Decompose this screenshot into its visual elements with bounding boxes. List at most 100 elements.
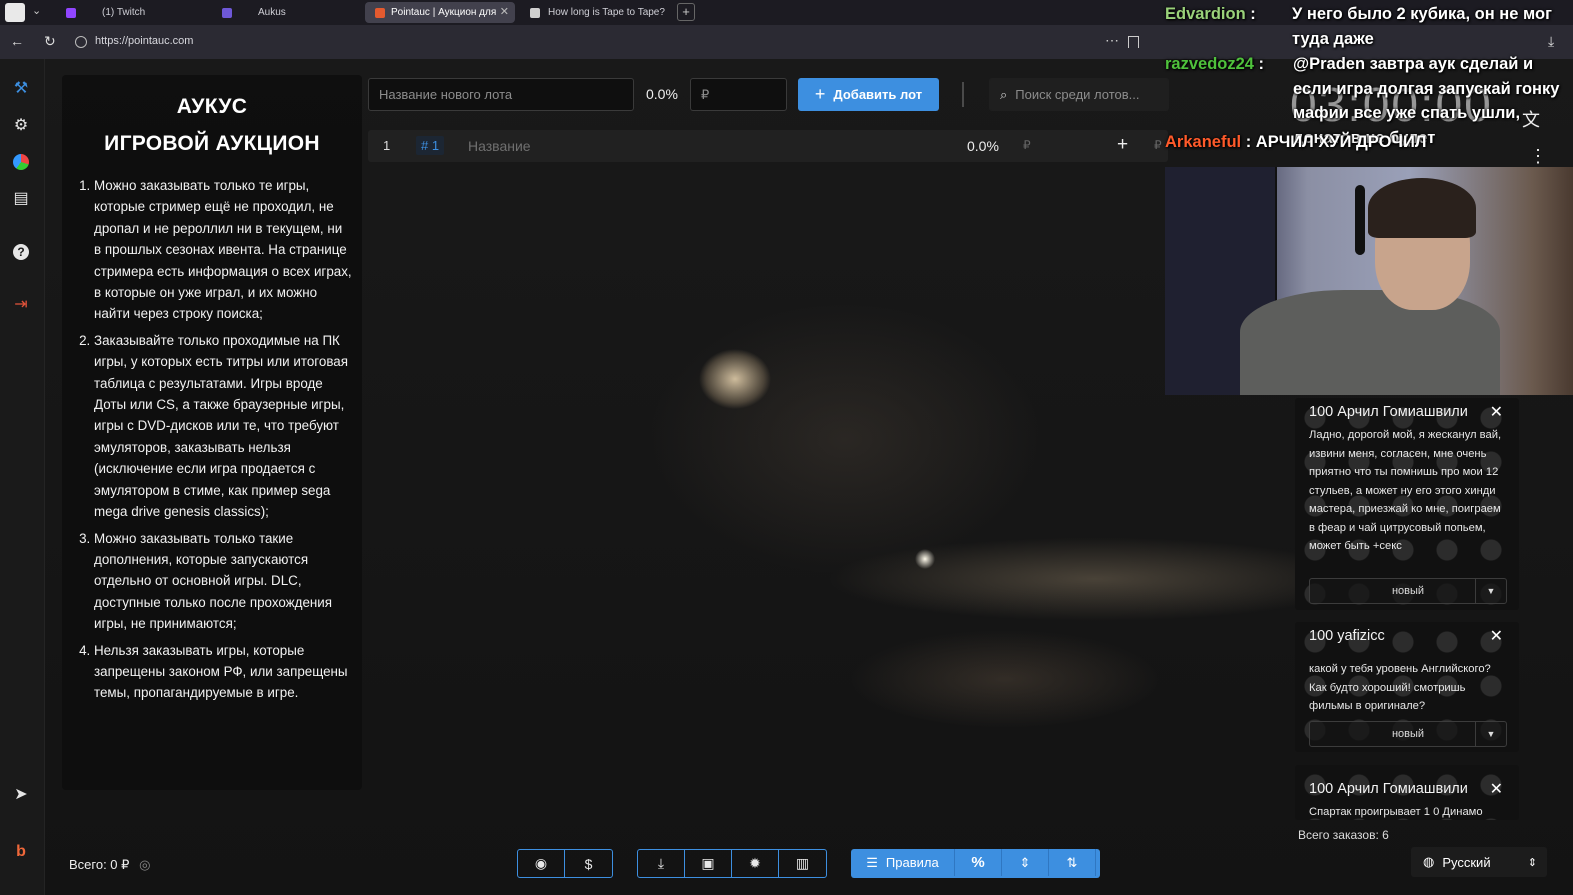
rules-list: Можно заказывать только те игры, которые… — [62, 175, 352, 709]
kebab-menu-icon[interactable]: ⋮ — [1529, 146, 1547, 167]
lot-currency: ₽ — [1023, 138, 1031, 152]
chat-message: АРЧИЛ ХУЙ ДРОЧИЛ — [1255, 133, 1427, 151]
lot-search-input[interactable]: ⌕ Поиск среди лотов... — [989, 78, 1169, 111]
donate-dollar-icon[interactable]: $ — [565, 850, 612, 877]
globe-icon: ◍ — [1423, 854, 1435, 869]
close-icon[interactable]: ✕ — [1490, 779, 1503, 799]
order-author: Арчил Гомиашвили — [1337, 404, 1468, 420]
percent-toggle-icon[interactable]: % — [955, 849, 1002, 876]
save-icon[interactable]: ▣ — [685, 850, 732, 877]
lot-row[interactable]: 1 # 1 Название 0.0% ₽ + ₽ — [368, 130, 1168, 162]
chevron-down-icon[interactable]: ▼ — [1475, 722, 1506, 746]
new-lot-name-input[interactable]: Название нового лота — [368, 78, 634, 111]
order-message: Спартак проигрывает 1 0 Динамо — [1309, 806, 1483, 818]
lot-name-input[interactable]: Название — [468, 138, 531, 154]
rule-item: Можно заказывать только те игры, которые… — [94, 175, 352, 325]
chat-user: Arkaneful — [1165, 133, 1242, 151]
rules-title-line1: АУКУС — [176, 95, 248, 118]
chat-user: Edvardion — [1165, 5, 1246, 23]
streamer-body — [1240, 290, 1500, 395]
settings-gear-icon[interactable]: ⚙ — [10, 114, 32, 136]
order-author: Арчил Гомиашвили — [1337, 781, 1468, 797]
auction-gavel-icon[interactable]: ⚒ — [10, 77, 32, 99]
order-card[interactable]: 100 Арчил Гомиашвили ✕ Ладно, дорогой мо… — [1295, 398, 1519, 610]
tab-twitch[interactable]: (1) Twitch — [56, 2, 206, 23]
tab-howlongis[interactable]: How long is Tape to Tape? — [520, 2, 670, 23]
pointauc-favicon-icon — [375, 7, 385, 18]
rules-title-line2: ИГРОВОЙ АУКЦИОН — [104, 132, 320, 155]
order-amount: 100 — [1309, 404, 1334, 420]
back-arrow-icon[interactable]: ← — [10, 33, 24, 49]
rules-panel: АУКУС ИГРОВОЙ АУКЦИОН Можно заказывать т… — [62, 75, 362, 790]
chat-user: razvedoz24 — [1165, 55, 1254, 73]
rules-button[interactable]: ☰ Правила — [851, 849, 955, 876]
order-author: yafizicc — [1337, 628, 1385, 644]
add-amount-plus-icon[interactable]: + — [1117, 134, 1128, 156]
help-question-icon[interactable]: ? — [10, 241, 32, 263]
add-lot-button[interactable]: + Добавить лот — [798, 78, 939, 111]
github-icon[interactable]: ◉ — [518, 850, 565, 877]
rule-item: Заказывайте только проходимые на ПК игры… — [94, 330, 352, 523]
order-status-select[interactable]: новый ▼ — [1309, 721, 1507, 747]
lot-index: 1 — [383, 138, 391, 153]
tab-pointauc[interactable]: Pointauc | Аукцион для ✕ — [365, 2, 515, 23]
reload-icon[interactable]: ↻ — [44, 33, 56, 50]
order-card[interactable]: 100 Арчил Гомиашвили ✕ Спартак проигрыва… — [1295, 765, 1519, 820]
view-toolbar: ☰ Правила % ⇕ ⇅ — [851, 849, 1100, 878]
order-amount: 100 — [1309, 781, 1334, 797]
rules-list-icon: ☰ — [866, 854, 878, 870]
search-icon: ⌕ — [1000, 86, 1008, 102]
social-toolbar: ◉ $ — [517, 849, 613, 878]
chat-message: У него было 2 кубика, он не мог туда даж… — [1292, 5, 1552, 48]
history-clipboard-icon[interactable]: ▤ — [10, 187, 32, 209]
compact-toggle-icon[interactable]: ⇕ — [1002, 849, 1049, 876]
close-icon[interactable]: ✕ — [1490, 626, 1503, 646]
close-tab-icon[interactable]: ✕ — [500, 5, 509, 18]
lot-tag[interactable]: # 1 — [416, 136, 445, 155]
app-sidebar: ⚒ ⚙ ▤ ? ⇥ ➤ b — [0, 59, 45, 895]
new-lot-amount-input[interactable]: ₽ — [690, 78, 787, 111]
aukus-favicon-icon — [222, 7, 232, 18]
headset-icon — [1355, 185, 1365, 255]
rule-item: Нельзя заказывать игры, которые запрещен… — [94, 640, 352, 704]
webcam-overlay — [1165, 167, 1573, 395]
howlongis-favicon-icon — [530, 7, 540, 18]
streamer-hair — [1368, 178, 1476, 238]
chevron-down-icon[interactable]: ▼ — [1475, 579, 1506, 603]
translate-icon[interactable]: 文 — [1522, 106, 1540, 132]
new-tab-icon[interactable]: + — [677, 3, 695, 21]
order-message: Ладно, дорогой мой, я жесканул вай, изви… — [1309, 429, 1502, 552]
browser-menu-icon[interactable] — [5, 3, 25, 22]
chat-overlay: Edvardion : У него было 2 кубика, он не … — [1165, 5, 1560, 151]
site-info-icon[interactable] — [75, 36, 87, 48]
bookmark-icon[interactable] — [1128, 36, 1139, 48]
lot-currency-2: ₽ — [1154, 138, 1162, 152]
order-message: какой у тебя уровень Английского? Как бу… — [1309, 663, 1491, 712]
order-card[interactable]: 100 yafizicc ✕ какой у тебя уровень Англ… — [1295, 622, 1519, 752]
toolbar-divider — [962, 82, 964, 107]
twitch-favicon-icon — [66, 7, 76, 18]
more-dots-icon[interactable]: ⋯ — [1105, 32, 1119, 49]
boosty-icon[interactable]: b — [10, 841, 32, 863]
close-icon[interactable]: ✕ — [1490, 402, 1503, 422]
plus-icon: + — [814, 84, 826, 104]
bug-report-icon[interactable]: ✹ — [732, 850, 779, 877]
hide-eye-icon[interactable]: ◎ — [139, 857, 150, 872]
wheel-pie-icon[interactable] — [10, 151, 32, 173]
select-arrows-icon: ⇕ — [1527, 856, 1537, 869]
orders-total: Всего заказов: 6 — [1298, 828, 1389, 842]
tab-list-chevron-icon[interactable]: ⌄ — [32, 4, 41, 17]
order-status-select[interactable]: новый ▼ — [1309, 578, 1507, 604]
language-select[interactable]: ◍ Русский ⇕ — [1411, 847, 1547, 877]
new-lot-percent: 0.0% — [646, 86, 678, 102]
logout-icon[interactable]: ⇥ — [10, 293, 32, 315]
rule-item: Можно заказывать только такие дополнения… — [94, 528, 352, 635]
data-toolbar: ⤓ ▣ ✹ ▥ — [637, 849, 827, 878]
address-bar[interactable]: https://pointauc.com — [95, 35, 193, 47]
clear-lots-icon[interactable]: ▥ — [779, 850, 826, 877]
telegram-icon[interactable]: ➤ — [10, 783, 32, 805]
download-icon[interactable]: ⤓ — [638, 850, 685, 877]
sort-icon[interactable]: ⇅ — [1049, 849, 1096, 876]
auction-total: Всего: 0 ₽ ◎ — [69, 857, 151, 872]
tab-aukus[interactable]: Aukus — [212, 2, 362, 23]
